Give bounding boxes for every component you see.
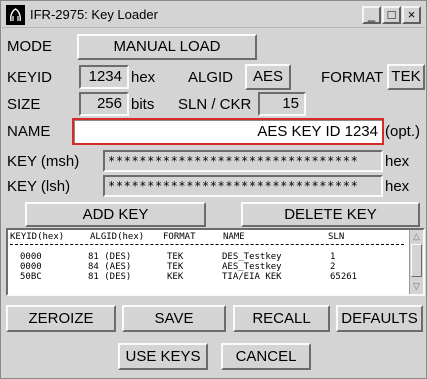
scroll-down-arrow-icon[interactable]: ▽ (411, 281, 422, 292)
row-algid: 84 (AES) (88, 262, 132, 272)
header-sln: SLN (328, 232, 345, 242)
size-label: SIZE (7, 96, 41, 113)
scroll-up-arrow-icon[interactable]: △ (411, 231, 422, 242)
maximize-button[interactable]: □ (382, 6, 401, 24)
key-msh-input[interactable]: ******************************** (103, 150, 383, 172)
row-name: TIA/EIA KEK (222, 272, 282, 282)
row-keyid: 0000 (20, 252, 42, 262)
delete-key-button[interactable]: DELETE KEY (241, 202, 420, 227)
row-sln: 1 (330, 252, 336, 262)
format-selector[interactable]: TEK (387, 64, 425, 90)
add-key-button[interactable]: ADD KEY (25, 202, 206, 227)
recall-button[interactable]: RECALL (233, 305, 330, 332)
algid-label: ALGID (188, 69, 234, 86)
keyid-field[interactable]: 1234 (79, 65, 129, 89)
row-algid: 81 (DES) (88, 252, 132, 262)
format-label: FORMAT (321, 69, 384, 86)
row-keyid: 0000 (20, 262, 42, 272)
header-format: FORMAT (163, 232, 196, 242)
scroll-thumb[interactable] (411, 244, 422, 277)
key-list[interactable]: KEYID(hex) ALGID(hex) FORMAT NAME SLN 00… (6, 228, 425, 296)
row-sln: 65261 (330, 272, 358, 282)
name-label: NAME (7, 123, 51, 140)
mode-button[interactable]: MANUAL LOAD (77, 34, 257, 60)
title-bar: IFR-2975: Key Loader _ □ × (2, 2, 425, 28)
keyid-unit: hex (131, 69, 156, 86)
algid-selector[interactable]: AES (245, 64, 291, 90)
close-button[interactable]: × (402, 6, 421, 24)
key-loader-window: IFR-2975: Key Loader _ □ × MODE MANUAL L… (0, 0, 427, 379)
key-lsh-label: KEY (lsh) (7, 178, 71, 195)
row-sln: 2 (330, 262, 336, 272)
window-title: IFR-2975: Key Loader (30, 7, 158, 22)
key-msh-label: KEY (msh) (7, 153, 80, 170)
key-msh-unit: hex (385, 153, 410, 170)
key-lsh-unit: hex (385, 178, 410, 195)
name-optional-hint: (opt.) (385, 123, 421, 140)
cancel-button[interactable]: CANCEL (221, 343, 311, 370)
zeroize-button[interactable]: ZEROIZE (6, 305, 116, 332)
size-field[interactable]: 256 (79, 92, 129, 116)
keyid-label: KEYID (7, 69, 53, 86)
header-keyid: KEYID(hex) (10, 232, 65, 242)
save-button[interactable]: SAVE (122, 305, 226, 332)
size-unit: bits (131, 96, 155, 113)
header-name: NAME (223, 232, 245, 242)
list-scrollbar[interactable]: △ ▽ (409, 230, 423, 294)
sln-label: SLN / CKR (178, 96, 252, 113)
app-icon (6, 5, 25, 25)
minimize-button[interactable]: _ (362, 6, 381, 24)
header-separator (10, 244, 404, 245)
defaults-button[interactable]: DEFAULTS (336, 305, 423, 332)
row-name: DES_Testkey (222, 252, 282, 262)
use-keys-button[interactable]: USE KEYS (118, 343, 208, 370)
row-algid: 81 (DES) (88, 272, 132, 282)
row-name: AES_Testkey (222, 262, 282, 272)
name-input[interactable]: AES KEY ID 1234 (72, 118, 384, 145)
row-format: TEK (167, 262, 184, 272)
header-algid: ALGID(hex) (90, 232, 145, 242)
key-lsh-input[interactable]: ******************************** (103, 175, 383, 197)
row-format: KEK (167, 272, 184, 282)
row-format: TEK (167, 252, 184, 262)
mode-label: MODE (7, 38, 52, 55)
row-keyid: 50BC (20, 272, 42, 282)
sln-field[interactable]: 15 (258, 92, 306, 116)
